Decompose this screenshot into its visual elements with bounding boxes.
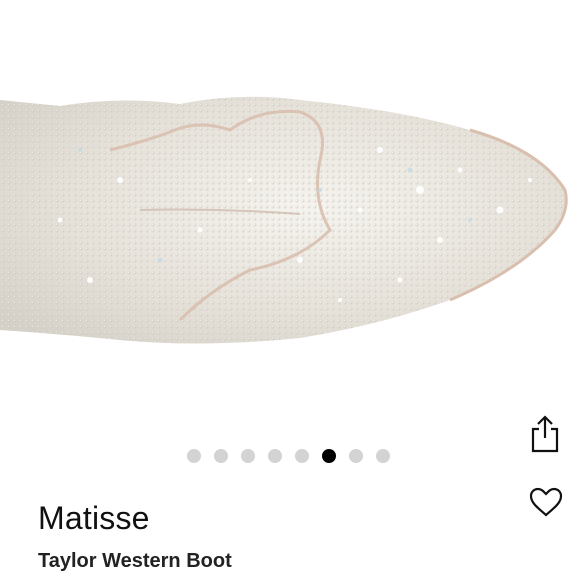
product-image[interactable] (0, 0, 580, 400)
carousel-dot[interactable] (295, 449, 309, 463)
carousel-dot[interactable] (187, 449, 201, 463)
heart-icon (529, 487, 563, 517)
carousel-dot[interactable] (268, 449, 282, 463)
carousel-dot[interactable] (349, 449, 363, 463)
carousel-dot[interactable] (214, 449, 228, 463)
brand-name: Matisse (38, 500, 150, 536)
carousel-dot[interactable] (241, 449, 255, 463)
product-title: Taylor Western Boot (38, 550, 232, 572)
share-button[interactable] (528, 414, 562, 454)
carousel-indicator[interactable] (187, 449, 390, 463)
share-icon (531, 415, 559, 453)
carousel-dot[interactable] (322, 449, 336, 463)
boot-illustration (0, 96, 568, 344)
like-button[interactable] (528, 486, 564, 518)
carousel-dot[interactable] (376, 449, 390, 463)
